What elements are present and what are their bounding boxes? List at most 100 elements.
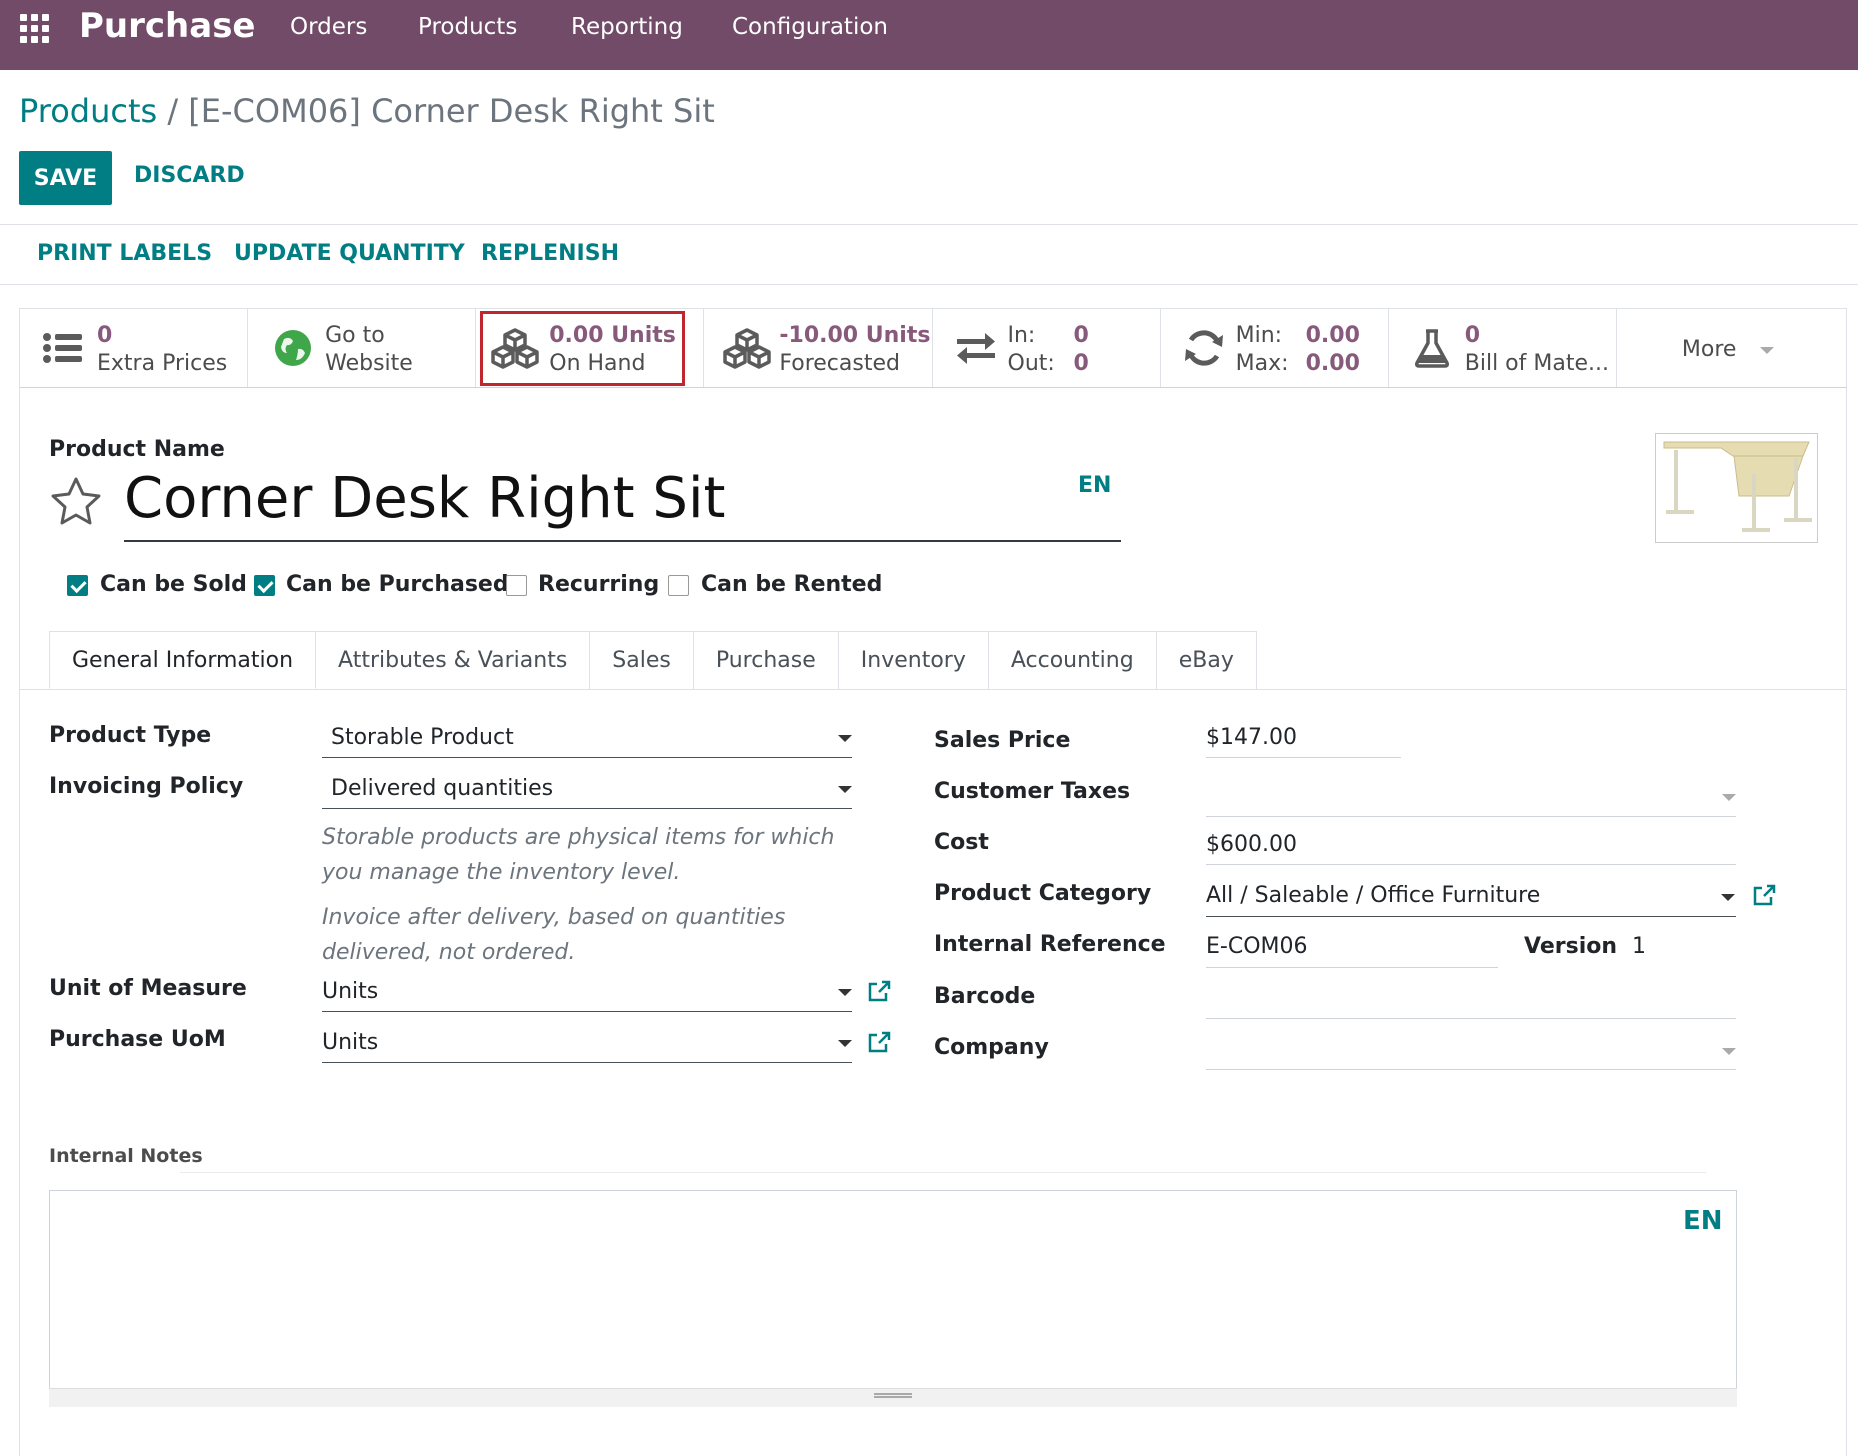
tab-ebay[interactable]: eBay bbox=[1155, 631, 1257, 689]
can-be-purchased-label: Can be Purchased bbox=[286, 572, 509, 597]
out-count: 0 bbox=[1073, 351, 1089, 376]
in-label: In: bbox=[1007, 323, 1036, 348]
internal-notes-label: Internal Notes bbox=[49, 1145, 203, 1167]
version-label: Version bbox=[1524, 934, 1618, 959]
extra-prices-button[interactable]: 0 Extra Prices bbox=[20, 309, 249, 387]
external-link-icon[interactable] bbox=[1753, 883, 1777, 907]
replenish-button[interactable]: REPLENISH bbox=[481, 241, 619, 266]
breadcrumb: Products / [E-COM06] Corner Desk Right S… bbox=[19, 92, 715, 130]
cost-label: Cost bbox=[934, 830, 989, 855]
forecasted-quantity: -10.00 Units bbox=[779, 323, 931, 348]
sales-price-underline bbox=[1206, 757, 1401, 758]
product-name-underline bbox=[124, 540, 1121, 542]
cost-input[interactable]: $600.00 bbox=[1206, 832, 1297, 857]
discard-button[interactable]: DISCARD bbox=[134, 163, 245, 188]
internal-notes-editor[interactable] bbox=[49, 1190, 1737, 1407]
forecasted-label: Forecasted bbox=[779, 351, 900, 376]
refresh-icon bbox=[1184, 330, 1223, 366]
chevron-down-icon bbox=[838, 735, 852, 742]
update-quantity-button[interactable]: UPDATE QUANTITY bbox=[234, 241, 465, 266]
out-label: Out: bbox=[1007, 351, 1055, 376]
barcode-label: Barcode bbox=[934, 984, 1036, 1009]
purchase-uom-label: Purchase UoM bbox=[49, 1027, 226, 1052]
in-count: 0 bbox=[1073, 323, 1089, 348]
min-label: Min: bbox=[1235, 323, 1283, 348]
can-be-purchased-checkbox[interactable] bbox=[254, 575, 275, 596]
product-type-select[interactable]: Storable Product bbox=[331, 725, 514, 750]
app-name[interactable]: Purchase bbox=[79, 6, 256, 46]
product-type-help: Storable products are physical items for… bbox=[322, 825, 835, 885]
product-name-input[interactable]: Corner Desk Right Sit bbox=[124, 466, 725, 531]
apps-grid-icon[interactable] bbox=[20, 14, 50, 44]
star-icon[interactable] bbox=[49, 476, 103, 528]
breadcrumb-products-link[interactable]: Products bbox=[19, 92, 157, 130]
customer-taxes-label: Customer Taxes bbox=[934, 779, 1131, 804]
external-link-icon[interactable] bbox=[868, 1030, 892, 1054]
breadcrumb-separator: / bbox=[167, 92, 179, 130]
cost-underline bbox=[1206, 864, 1736, 865]
company-underline bbox=[1206, 1069, 1736, 1070]
product-type-underline bbox=[322, 757, 852, 758]
flask-icon bbox=[1414, 329, 1449, 368]
invoicing-policy-label: Invoicing Policy bbox=[49, 774, 244, 799]
min-max-button[interactable]: Min: 0.00 Max: 0.00 bbox=[1161, 309, 1389, 387]
product-image[interactable] bbox=[1655, 433, 1818, 543]
recurring-label: Recurring bbox=[538, 572, 660, 597]
sales-price-input[interactable]: $147.00 bbox=[1206, 725, 1297, 750]
invoicing-policy-help: Invoice after delivery, based on quantit… bbox=[322, 905, 786, 965]
invoicing-policy-underline bbox=[322, 808, 852, 809]
resize-grip-icon bbox=[874, 1393, 912, 1398]
recurring-checkbox[interactable] bbox=[506, 575, 527, 596]
translate-button[interactable]: EN bbox=[1078, 473, 1111, 498]
tab-inventory[interactable]: Inventory bbox=[837, 631, 989, 689]
product-type-label: Product Type bbox=[49, 723, 212, 748]
tab-attributes-variants[interactable]: Attributes & Variants bbox=[315, 631, 591, 689]
menu-products[interactable]: Products bbox=[418, 14, 517, 40]
chevron-down-icon bbox=[838, 1040, 852, 1047]
purchase-uom-underline bbox=[322, 1062, 852, 1063]
chevron-down-icon bbox=[1722, 794, 1736, 801]
notes-translate-button[interactable]: EN bbox=[1683, 1206, 1723, 1236]
print-labels-button[interactable]: PRINT LABELS bbox=[37, 241, 212, 266]
internal-reference-underline bbox=[1206, 967, 1498, 968]
list-icon bbox=[43, 333, 82, 363]
extra-prices-label: Extra Prices bbox=[97, 351, 228, 376]
more-button[interactable]: More bbox=[1617, 309, 1846, 387]
in-out-button[interactable]: In: 0 Out: 0 bbox=[933, 309, 1161, 387]
unit-of-measure-input[interactable]: Units bbox=[322, 979, 378, 1004]
tabs-divider bbox=[19, 689, 1847, 690]
tab-general-information[interactable]: General Information bbox=[49, 631, 317, 689]
forecasted-button[interactable]: -10.00 Units Forecasted bbox=[704, 309, 933, 387]
external-link-icon[interactable] bbox=[868, 979, 892, 1003]
tab-accounting[interactable]: Accounting bbox=[987, 631, 1157, 689]
tab-sales[interactable]: Sales bbox=[589, 631, 694, 689]
menu-reporting[interactable]: Reporting bbox=[571, 14, 683, 40]
top-navbar: Purchase Orders Products Reporting Confi… bbox=[0, 0, 1858, 70]
barcode-underline bbox=[1206, 1018, 1736, 1019]
exchange-icon bbox=[956, 333, 995, 364]
go-to-website-button[interactable]: Go to Website bbox=[248, 309, 477, 387]
purchase-uom-input[interactable]: Units bbox=[322, 1030, 378, 1055]
bom-count: 0 bbox=[1464, 323, 1481, 348]
breadcrumb-current: [E-COM06] Corner Desk Right Sit bbox=[188, 92, 715, 130]
chevron-down-icon bbox=[838, 786, 852, 793]
internal-reference-input[interactable]: E-COM06 bbox=[1206, 934, 1308, 959]
invoicing-policy-select[interactable]: Delivered quantities bbox=[331, 776, 553, 801]
globe-icon bbox=[275, 330, 312, 366]
menu-configuration[interactable]: Configuration bbox=[732, 14, 888, 40]
chevron-down-icon bbox=[1722, 1048, 1736, 1055]
bill-of-materials-button[interactable]: 0 Bill of Mate... bbox=[1389, 309, 1617, 387]
company-label: Company bbox=[934, 1035, 1049, 1060]
internal-notes-separator bbox=[180, 1172, 1706, 1173]
can-be-sold-checkbox[interactable] bbox=[67, 575, 88, 596]
smart-buttons-row: 0 Extra Prices Go to Website 0.00 Units … bbox=[19, 308, 1847, 388]
can-be-rented-checkbox[interactable] bbox=[668, 575, 689, 596]
can-be-rented-label: Can be Rented bbox=[701, 572, 883, 597]
save-button[interactable]: SAVE bbox=[19, 151, 112, 205]
product-category-input[interactable]: All / Saleable / Office Furniture bbox=[1206, 883, 1540, 908]
product-category-underline bbox=[1206, 916, 1736, 917]
uom-underline bbox=[322, 1011, 852, 1012]
menu-orders[interactable]: Orders bbox=[290, 14, 367, 40]
tab-purchase[interactable]: Purchase bbox=[692, 631, 839, 689]
max-label: Max: bbox=[1235, 351, 1289, 376]
